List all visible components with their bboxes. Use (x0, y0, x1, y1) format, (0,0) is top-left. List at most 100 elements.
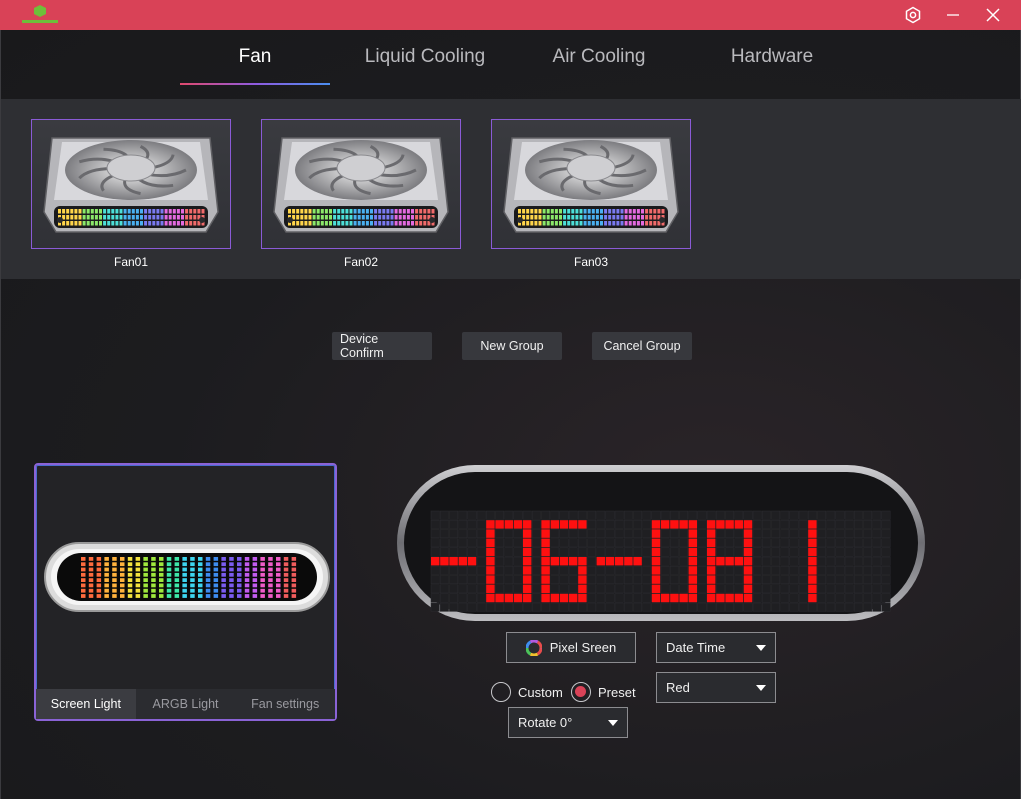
custom-radio[interactable] (491, 682, 511, 702)
strip-led (221, 578, 226, 582)
tab-fan-settings[interactable]: Fan settings (235, 689, 335, 719)
led-cell (881, 529, 891, 539)
led-cell (761, 547, 771, 557)
tab-air-cooling[interactable]: Air Cooling (524, 46, 674, 68)
led-cell (642, 556, 652, 566)
led-cell (844, 565, 854, 575)
strip-led (244, 583, 250, 588)
strip-led (120, 567, 125, 572)
strip-led (135, 562, 141, 567)
led-cell (872, 547, 882, 557)
strip-led (143, 572, 148, 577)
led-cell (734, 510, 744, 520)
led-cell (614, 565, 624, 575)
led-cell (844, 575, 854, 585)
led-cell (467, 510, 477, 520)
led-cell (761, 575, 771, 585)
led-cell (449, 519, 459, 529)
led-cell (633, 519, 643, 529)
color-select[interactable]: Red (656, 672, 776, 703)
cancel-group-button[interactable]: Cancel Group (592, 332, 692, 360)
led-cell (476, 510, 486, 520)
strip-led (205, 572, 211, 577)
settings-button[interactable] (899, 3, 927, 27)
strip-led (291, 562, 297, 567)
strip-led (268, 583, 273, 588)
chevron-down-icon (608, 720, 618, 726)
led-cell (449, 584, 459, 594)
led-cell (504, 575, 514, 585)
led-cell (568, 602, 578, 612)
led-cell (531, 529, 541, 539)
led-cell (725, 538, 735, 548)
led-pixel-on (541, 593, 550, 603)
led-cell (587, 510, 597, 520)
led-cell (725, 547, 735, 557)
tab-liquid-cooling[interactable]: Liquid Cooling (350, 46, 500, 68)
strip-led (190, 594, 195, 598)
strip-led (276, 588, 281, 593)
strip-led (159, 567, 164, 572)
strip-led (159, 583, 164, 588)
strip-led (291, 567, 297, 572)
led-pixel-on (523, 593, 532, 603)
close-button[interactable] (979, 3, 1007, 27)
strip-led (291, 557, 297, 561)
led-cell (550, 529, 560, 539)
led-pixel-on (486, 529, 495, 538)
led-pixel-on (523, 538, 532, 547)
led-cell (467, 602, 477, 612)
strip-led (174, 594, 180, 598)
strip-led (198, 557, 203, 561)
strip-led (283, 572, 289, 577)
led-cell (439, 510, 449, 520)
minimize-button[interactable] (939, 3, 967, 27)
strip-led (159, 588, 164, 593)
strip-led (252, 594, 258, 598)
tab-hardware[interactable]: Hardware (697, 46, 847, 68)
device-confirm-button[interactable]: Device Confirm (332, 332, 432, 360)
strip-led (104, 572, 109, 577)
led-cell (614, 547, 624, 557)
led-cell (789, 565, 799, 575)
tab-fan[interactable]: Fan (180, 46, 330, 68)
strip-led (244, 588, 250, 593)
led-pixel-on (495, 593, 504, 603)
strip-led (237, 594, 242, 598)
fan-card-fan01[interactable]: Fan01 (31, 119, 231, 269)
strip-led (174, 588, 180, 593)
led-cell (596, 510, 606, 520)
led-cell (642, 519, 652, 529)
led-cell (587, 565, 597, 575)
led-cell (771, 565, 781, 575)
led-cell (614, 575, 624, 585)
mode-select[interactable]: Date Time (656, 632, 776, 663)
led-cell (430, 593, 440, 603)
led-pixel-on (808, 566, 817, 575)
strip-led (229, 594, 234, 598)
fan-card-fan02[interactable]: Fan02 (261, 119, 461, 269)
led-cell (660, 602, 670, 612)
strip-led (174, 578, 180, 582)
led-cell (789, 584, 799, 594)
led-cell (651, 602, 661, 612)
rotate-select[interactable]: Rotate 0° (508, 707, 628, 738)
new-group-button[interactable]: New Group (462, 332, 562, 360)
pixel-screen-button[interactable]: Pixel Sreen (506, 632, 636, 663)
strip-led (182, 562, 187, 567)
preset-radio[interactable] (571, 682, 591, 702)
strip-led (268, 594, 273, 598)
led-cell (605, 584, 615, 594)
tab-screen-light[interactable]: Screen Light (36, 689, 136, 719)
tab-argb-light[interactable]: ARGB Light (136, 689, 236, 719)
led-matrix (397, 465, 925, 621)
led-cell (734, 529, 744, 539)
led-pixel-on (605, 557, 615, 566)
led-pixel-on (578, 566, 587, 575)
led-cell (495, 602, 505, 612)
fan-card-fan03[interactable]: Fan03 (491, 119, 691, 269)
strip-led (244, 567, 250, 572)
led-pixel-on (808, 520, 817, 529)
led-cell (513, 575, 523, 585)
led-pixel-on (559, 520, 569, 529)
